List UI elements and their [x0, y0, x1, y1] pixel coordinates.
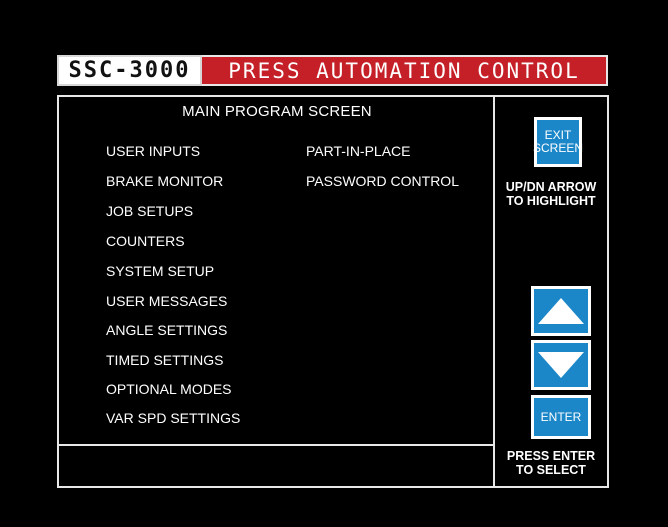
- menu-item-optional-modes[interactable]: OPTIONAL MODES: [106, 381, 232, 397]
- menu-item-part-in-place[interactable]: PART-IN-PLACE: [306, 143, 411, 159]
- main-panel: MAIN PROGRAM SCREEN USER INPUTS BRAKE MO…: [59, 97, 495, 446]
- down-arrow-button[interactable]: [531, 340, 591, 390]
- menu-item-angle-settings[interactable]: ANGLE SETTINGS: [106, 322, 227, 338]
- hint-line: UP/DN ARROW: [505, 180, 597, 194]
- menu-item-brake-monitor[interactable]: BRAKE MONITOR: [106, 173, 223, 189]
- highlight-hint: UP/DN ARROW TO HIGHLIGHT: [495, 180, 607, 208]
- hint-line: PRESS ENTER: [506, 449, 596, 463]
- up-arrow-icon: [538, 298, 584, 324]
- status-panel: [59, 446, 495, 486]
- model-label: SSC-3000: [57, 55, 202, 86]
- hint-line: TO HIGHLIGHT: [506, 194, 596, 208]
- menu-item-counters[interactable]: COUNTERS: [106, 233, 185, 249]
- menu-item-password-control[interactable]: PASSWORD CONTROL: [306, 173, 459, 189]
- menu-item-user-messages[interactable]: USER MESSAGES: [106, 293, 227, 309]
- app-title: PRESS AUTOMATION CONTROL: [202, 55, 608, 86]
- menu-item-timed-settings[interactable]: TIMED SETTINGS: [106, 352, 223, 368]
- header-banner: SSC-3000 PRESS AUTOMATION CONTROL: [57, 55, 608, 86]
- select-hint: PRESS ENTER TO SELECT: [495, 449, 607, 477]
- down-arrow-icon: [538, 352, 584, 378]
- side-panel: EXIT SCREEN UP/DN ARROW TO HIGHLIGHT ENT…: [495, 97, 607, 486]
- screen-title: MAIN PROGRAM SCREEN: [182, 103, 372, 120]
- menu-item-user-inputs[interactable]: USER INPUTS: [106, 143, 200, 159]
- menu-item-var-spd-settings[interactable]: VAR SPD SETTINGS: [106, 410, 240, 426]
- menu-item-job-setups[interactable]: JOB SETUPS: [106, 203, 193, 219]
- exit-label-line2: SCREEN: [533, 141, 584, 155]
- enter-button[interactable]: ENTER: [531, 395, 591, 439]
- exit-screen-button[interactable]: EXIT SCREEN: [533, 117, 584, 167]
- hint-line: TO SELECT: [516, 463, 586, 477]
- screen-frame: MAIN PROGRAM SCREEN USER INPUTS BRAKE MO…: [57, 95, 609, 488]
- menu-item-system-setup[interactable]: SYSTEM SETUP: [106, 263, 214, 279]
- up-arrow-button[interactable]: [531, 286, 591, 336]
